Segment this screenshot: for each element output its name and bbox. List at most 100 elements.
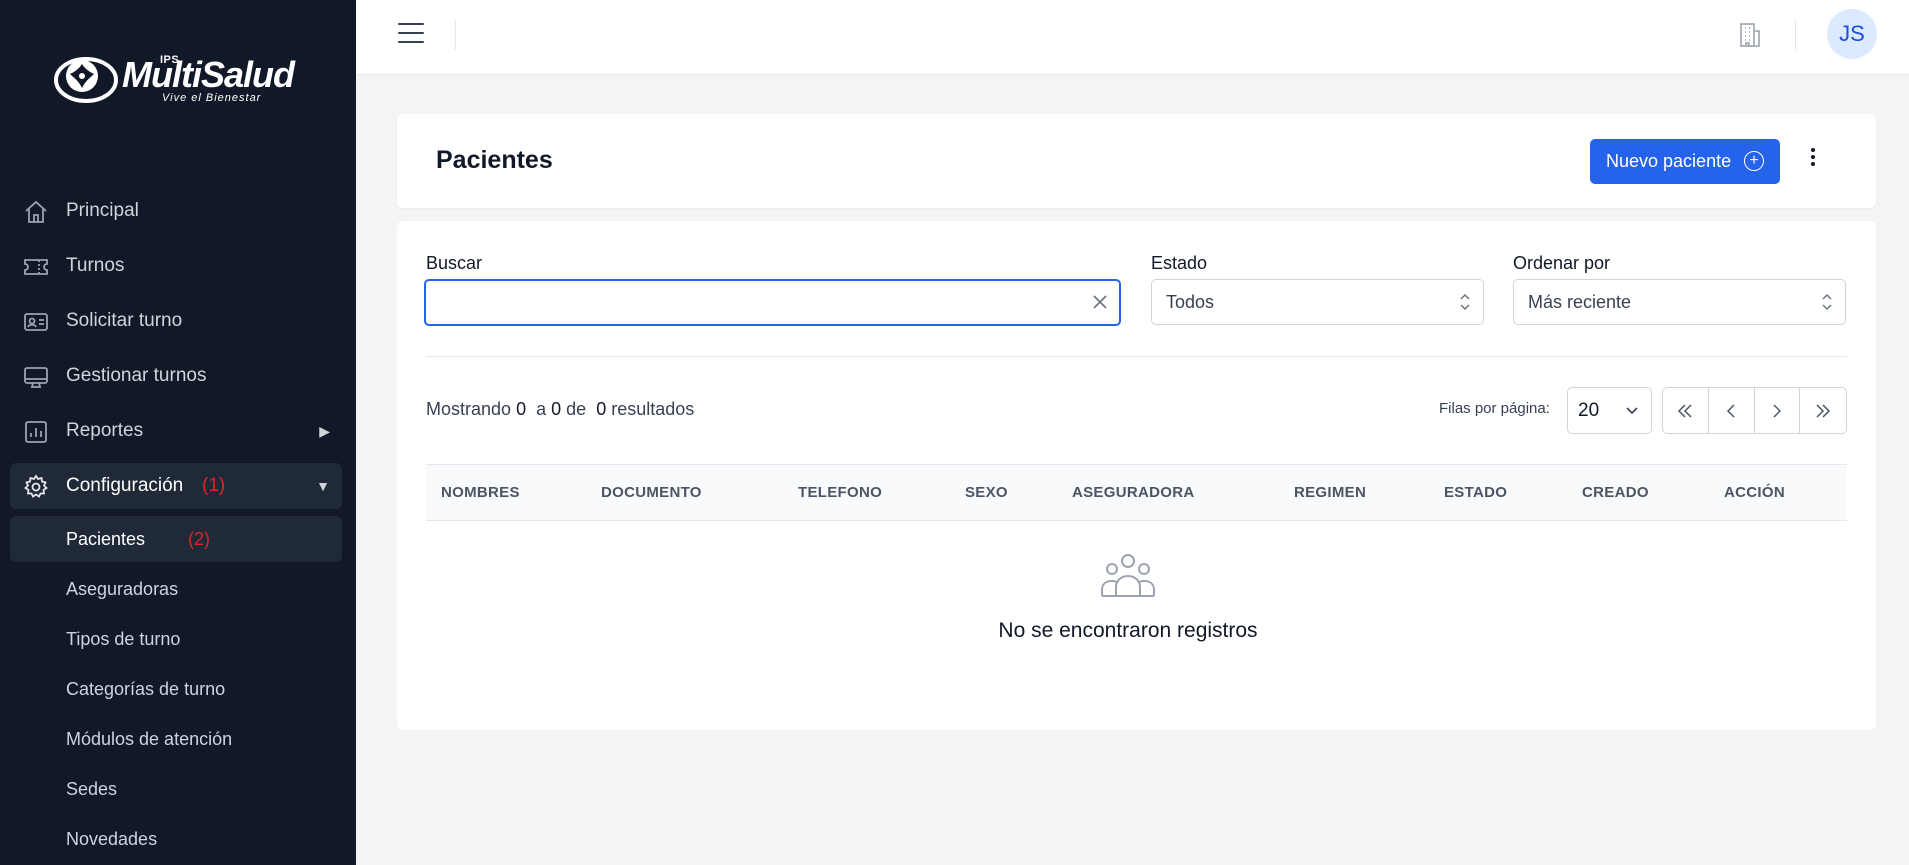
chevron-right-icon [1773, 403, 1781, 418]
plus-circle-icon: + [1744, 151, 1764, 171]
new-patient-button-label: Nuevo paciente [1606, 151, 1732, 171]
first-page-button[interactable] [1663, 388, 1709, 433]
rows-per-page-select[interactable]: 20 [1567, 387, 1652, 434]
chart-icon [25, 421, 47, 443]
more-options-icon[interactable] [1811, 148, 1817, 168]
nav-item-gestionar-turnos[interactable]: Gestionar turnos [10, 353, 342, 399]
menu-toggle-icon[interactable] [398, 23, 424, 45]
nav-label: Principal [66, 200, 139, 221]
search-field[interactable] [424, 279, 1121, 326]
next-page-button[interactable] [1755, 388, 1801, 433]
logo-tagline: Vive el Bienestar [162, 92, 262, 104]
page-title: Pacientes [436, 146, 553, 174]
select-updown-icon [1822, 293, 1832, 311]
user-avatar[interactable]: JS [1827, 9, 1877, 59]
page-header-card: Pacientes Nuevo paciente + [397, 114, 1876, 208]
users-group-icon [1101, 554, 1155, 597]
subnav-label: Módulos de atención [66, 728, 233, 749]
search-label: Buscar [426, 253, 483, 273]
empty-state-message: No se encontraron registros [998, 619, 1258, 642]
ticket-icon [24, 259, 48, 275]
estado-label: Estado [1151, 253, 1208, 273]
column-header-documento[interactable]: DOCUMENTO [601, 484, 702, 501]
results-of-word: de [566, 399, 587, 419]
brand-logo[interactable]: IPS MultiSalud Vive el Bienestar [52, 50, 302, 108]
expand-right-icon: ▶ [319, 422, 330, 439]
order-by-select[interactable]: Más reciente [1513, 279, 1846, 325]
previous-page-button[interactable] [1709, 388, 1755, 433]
subnav-item-tipos-de-turno[interactable]: Tipos de turno [10, 616, 342, 662]
results-from: 0 [516, 399, 527, 419]
order-by-select-value: Más reciente [1528, 291, 1632, 312]
rows-per-page-label: Filas por página: [1439, 400, 1550, 417]
nav-item-turnos[interactable]: Turnos [10, 243, 342, 289]
subnav-label: Tipos de turno [66, 628, 181, 649]
nav-item-solicitar-turno[interactable]: Solicitar turno [10, 298, 342, 344]
clear-search-icon[interactable] [1091, 293, 1109, 311]
divider [1795, 20, 1796, 50]
subnav-item-sedes[interactable]: Sedes [10, 766, 342, 812]
rows-per-page-value: 20 [1578, 399, 1600, 421]
subnav-label: Aseguradoras [66, 578, 179, 599]
subnav-label: Sedes [66, 778, 118, 799]
subnav-item-categorias-de-turno[interactable]: Categorías de turno [10, 666, 342, 712]
column-header-nombres[interactable]: NOMBRES [441, 484, 520, 501]
table-header: NOMBRES DOCUMENTO TELEFONO SEXO ASEGURAD… [426, 464, 1847, 521]
home-icon [25, 200, 47, 223]
pagination [1662, 387, 1847, 434]
results-total: 0 [596, 399, 607, 419]
sidebar: IPS MultiSalud Vive el Bienestar Princip… [0, 0, 356, 865]
nav-label: Configuración [66, 475, 184, 496]
results-suffix: resultados [611, 399, 695, 419]
subnav-item-modulos-de-atencion[interactable]: Módulos de atención [10, 716, 342, 762]
subnav-item-aseguradoras[interactable]: Aseguradoras [10, 566, 342, 612]
top-bar: JS [356, 0, 1909, 75]
estado-select[interactable]: Todos [1151, 279, 1484, 325]
logo-brand: MultiSalud [122, 54, 295, 95]
column-header-sexo[interactable]: SEXO [965, 484, 1008, 501]
column-header-estado[interactable]: ESTADO [1444, 484, 1507, 501]
results-summary: Mostrando 0 a 0 de 0 resultados [426, 399, 694, 420]
nav-item-configuracion[interactable]: Configuración (1) ▼ [10, 463, 342, 509]
orden-label: Ordenar por [1513, 253, 1611, 273]
estado-select-value: Todos [1166, 291, 1215, 312]
column-header-telefono[interactable]: TELEFONO [798, 484, 882, 501]
gear-icon [24, 474, 48, 498]
divider [455, 20, 456, 50]
logo-emblem-icon [54, 57, 118, 103]
subnav-label: Novedades [66, 828, 158, 849]
nav-label: Gestionar turnos [66, 365, 207, 386]
results-to-word: a [536, 399, 547, 419]
column-header-regimen[interactable]: REGIMEN [1294, 484, 1366, 501]
id-card-icon [24, 313, 48, 331]
annotation-badge: (1) [202, 475, 226, 496]
new-patient-button[interactable]: Nuevo paciente + [1590, 139, 1780, 184]
chevron-down-icon [1626, 407, 1638, 415]
search-input[interactable] [426, 281, 1066, 324]
subnav-label: Categorías de turno [66, 678, 226, 699]
nav-label: Reportes [66, 420, 144, 441]
double-chevron-left-icon [1678, 403, 1692, 418]
annotation-badge: (2) [188, 528, 210, 549]
nav-item-principal[interactable]: Principal [10, 188, 342, 234]
results-to: 0 [551, 399, 562, 419]
divider [426, 356, 1847, 357]
nav-label: Solicitar turno [66, 310, 183, 331]
building-icon[interactable] [1737, 22, 1763, 48]
subnav-item-pacientes[interactable]: Pacientes (2) [10, 516, 342, 562]
nav-item-reportes[interactable]: Reportes ▶ [10, 408, 342, 454]
column-header-creado[interactable]: CREADO [1582, 484, 1649, 501]
select-updown-icon [1460, 293, 1470, 311]
subnav-label: Pacientes [66, 528, 146, 549]
chevron-left-icon [1727, 403, 1735, 418]
last-page-button[interactable] [1800, 388, 1846, 433]
monitor-icon [24, 367, 48, 388]
patients-list-card: Buscar Estado Todos Ordenar por Más reci… [397, 221, 1876, 730]
expand-down-icon: ▼ [316, 478, 330, 494]
subnav-item-novedades[interactable]: Novedades [10, 816, 342, 862]
column-header-accion: ACCIÓN [1724, 484, 1785, 501]
results-prefix: Mostrando [426, 399, 512, 419]
double-chevron-right-icon [1816, 403, 1831, 418]
nav-label: Turnos [66, 255, 125, 276]
column-header-aseguradora[interactable]: ASEGURADORA [1072, 484, 1194, 501]
